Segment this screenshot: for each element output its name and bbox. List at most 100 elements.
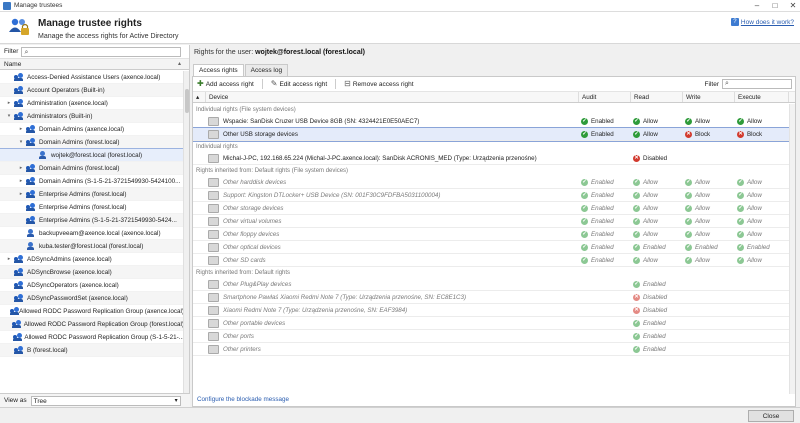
tree-item[interactable]: kuba.tester@forest.local (forest.local) [0, 240, 184, 253]
rights-row[interactable]: Other storage devices ✓ Enabled ✓ Allow ✓ Allo… [193, 202, 789, 215]
tree-item-label: Allowed RODC Password Replication Group … [23, 320, 184, 328]
tree-item[interactable]: Allowed RODC Password Replication Group … [0, 331, 184, 344]
tree-scrollbar[interactable] [183, 71, 189, 403]
block-icon: ✕ [737, 130, 744, 138]
write-status: ✓ Allow [683, 215, 735, 228]
scrollbar-thumb[interactable] [185, 89, 189, 113]
expand-toggle-icon[interactable]: ▸ [18, 178, 24, 184]
grid-scrollbar[interactable] [789, 104, 795, 394]
expand-toggle-icon[interactable]: ▸ [6, 256, 12, 262]
rights-row[interactable]: Other Plug&Play devices ✓ Enabled [193, 278, 789, 291]
tree-item-label: Administration (axence.local) [27, 99, 108, 107]
close-icon[interactable]: ✕ [788, 1, 798, 11]
rights-row[interactable]: Other portable devices ✓ Enabled [193, 317, 789, 330]
write-status-label: Allow [695, 178, 710, 186]
tree-item[interactable]: wojtek@forest.local (forest.local) [0, 148, 184, 163]
device-icon [208, 279, 219, 289]
expand-toggle-icon[interactable]: ▾ [6, 113, 12, 119]
rights-row[interactable]: Other harddisk devices ✓ Enabled ✓ Allow ✓ All… [193, 176, 789, 189]
device-icon [208, 177, 219, 187]
rights-row[interactable]: Other ports ✓ Enabled [193, 330, 789, 343]
rights-row[interactable]: Wspacie: SanDisk Cruzer USB Device 8GB (… [193, 115, 789, 128]
check-icon: ✓ [737, 217, 744, 225]
tree-item[interactable]: Enterprise Admins (forest.local) [0, 201, 184, 214]
execute-status [735, 278, 789, 291]
column-audit[interactable]: Audit [579, 92, 631, 102]
tree-item[interactable]: ▾ Administrators (Built-in) [0, 110, 184, 123]
configure-blockade-link[interactable]: Configure the blockade message [197, 396, 289, 403]
execute-status: ✓ Allow [735, 189, 789, 202]
row-spacer [193, 128, 206, 141]
help-icon[interactable]: ? [730, 18, 739, 26]
read-status-label: Allow [643, 130, 658, 138]
tree-item[interactable]: B (forest.local) [0, 344, 184, 357]
tree-item[interactable]: ▾ Domain Admins (forest.local) [0, 136, 184, 149]
tree-item[interactable]: ▸ ADSyncAdmins (axence.local) [0, 253, 184, 266]
how-does-it-work-link[interactable]: How does it work? [741, 19, 794, 26]
expand-toggle-icon[interactable]: ▸ [18, 191, 24, 197]
view-as-select[interactable]: Tree ▾ [30, 395, 181, 406]
tree-item[interactable]: ▸ Administration (axence.local) [0, 97, 184, 110]
column-write[interactable]: Write [683, 92, 735, 102]
group-icon [12, 333, 22, 341]
remove-access-right-button[interactable]: ⊟ Remove access right [344, 80, 413, 88]
tree-item[interactable]: Enterprise Admins (S-1-5-21-3721549930-5… [0, 214, 184, 227]
tree-item[interactable]: Account Operators (Built-in) [0, 84, 184, 97]
audit-status-label: Enabled [591, 243, 614, 251]
rights-row[interactable]: Smartphone Pawłaś Xiaomi Redmi Note 7 (T… [193, 291, 789, 304]
tree-item[interactable]: Access-Denied Assistance Users (axence.l… [0, 71, 184, 84]
tree-item[interactable]: ADSyncPasswordSet (axence.local) [0, 292, 184, 305]
check-icon: ✓ [633, 130, 640, 138]
audit-status: ✓ Enabled [579, 176, 631, 189]
read-status-label: Disabled [643, 154, 668, 162]
audit-status: ✓ Enabled [579, 189, 631, 202]
tree-item[interactable]: ▸ Domain Admins (axence.local) [0, 123, 184, 136]
rights-row[interactable]: Support: Kingston DTLocker+ USB Device (… [193, 189, 789, 202]
section-header: Individual rights [196, 144, 238, 150]
column-execute[interactable]: Execute [735, 92, 789, 102]
write-status-label: Block [695, 130, 711, 138]
edit-access-right-button[interactable]: ✎ Edit access right [271, 80, 327, 88]
rights-row[interactable]: Other virtual volumes ✓ Enabled ✓ Allow ✓ Allo… [193, 215, 789, 228]
tree-item[interactable]: backupveeam@axence.local (axence.local) [0, 227, 184, 240]
rights-row[interactable]: Other printers ✓ Enabled [193, 343, 789, 356]
read-status: ✓ Enabled [631, 317, 683, 330]
expand-toggle-icon[interactable]: ▸ [6, 100, 12, 106]
rights-row[interactable]: Other optical devices ✓ Enabled ✓ Enabled ✓ En… [193, 241, 789, 254]
maximize-icon[interactable]: □ [770, 1, 780, 11]
tree-item[interactable]: Allowed RODC Password Replication Group … [0, 318, 184, 331]
check-icon: ✓ [581, 217, 588, 225]
expand-toggle-icon[interactable]: ▸ [18, 126, 24, 132]
rights-row[interactable]: Other USB storage devices ✓ Enabled ✓ Allow ✕… [193, 127, 789, 142]
column-read[interactable]: Read [631, 92, 683, 102]
device-label: Other portable devices [223, 319, 286, 327]
rights-row[interactable]: Xiaomi Redmi Note 7 (Type: Urządzenia pr… [193, 304, 789, 317]
rights-filter-input[interactable]: ⌕ [722, 79, 792, 89]
expand-toggle-icon[interactable]: ▾ [18, 139, 24, 145]
tree-filter-input[interactable]: ⌕ [21, 46, 182, 57]
write-status [683, 343, 735, 356]
close-button[interactable]: Close [748, 410, 794, 422]
rights-row[interactable]: Michal-J-PC, 192.168.65.224 (Michal-J-PC… [193, 152, 789, 165]
tree-item[interactable]: ADSyncOperators (axence.local) [0, 279, 184, 292]
column-device[interactable]: Device [206, 92, 579, 102]
tree-item[interactable]: ▸ Enterprise Admins (forest.local) [0, 188, 184, 201]
tree-item[interactable]: ADSyncBrowse (axence.local) [0, 266, 184, 279]
rights-row[interactable]: Other floppy devices ✓ Enabled ✓ Allow ✓ Allow… [193, 228, 789, 241]
rights-row[interactable]: Other SD cards ✓ Enabled ✓ Allow ✓ Allow ✓ Allow [193, 254, 789, 267]
tree-item[interactable]: Allowed RODC Password Replication Group … [0, 305, 184, 318]
check-icon: ✓ [685, 204, 692, 212]
group-icon [14, 281, 23, 289]
tab-access-log[interactable]: Access log [244, 64, 289, 76]
name-column-header[interactable]: Name ▴ [0, 59, 189, 70]
expand-toggle-icon[interactable]: ▸ [18, 165, 24, 171]
add-access-right-button[interactable]: ✚ Add access right [197, 80, 254, 88]
tree-item[interactable]: ▸ Domain Admins (S-1-5-21-3721549930-5424… [0, 175, 184, 188]
users-lock-icon [9, 18, 29, 35]
tree-item[interactable]: ▸ Domain Admins (forest.local) [0, 162, 184, 175]
device-cell: Smartphone Pawłaś Xiaomi Redmi Note 7 (T… [206, 291, 579, 304]
check-icon: ✓ [685, 178, 692, 186]
separator [261, 79, 263, 89]
write-status: ✓ Allow [683, 202, 735, 215]
minimize-icon[interactable]: – [752, 1, 762, 11]
